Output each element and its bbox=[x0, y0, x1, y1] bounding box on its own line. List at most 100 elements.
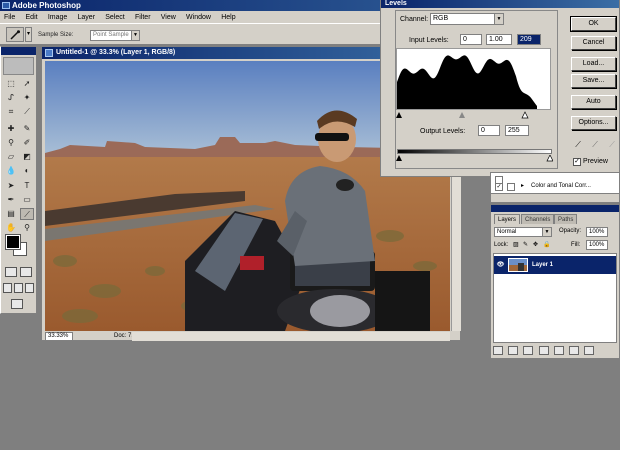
input-slider-track[interactable] bbox=[396, 111, 553, 119]
slice-tool-icon[interactable]: ⟋ bbox=[20, 106, 34, 118]
hand-tool-icon[interactable]: ✋ bbox=[4, 222, 18, 234]
levels-title: Levels bbox=[385, 0, 407, 7]
layers-list: 👁 Layer 1 bbox=[493, 253, 617, 343]
screen-mode-full-menu-button[interactable] bbox=[14, 283, 23, 293]
quick-mask-mode-button[interactable] bbox=[20, 267, 32, 277]
layer-name: Layer 1 bbox=[532, 262, 554, 268]
lasso-tool-icon[interactable]: ᔑ bbox=[4, 92, 18, 104]
brush-tool-icon[interactable]: ✎ bbox=[20, 123, 34, 135]
output-white-field[interactable]: 255 bbox=[505, 125, 529, 136]
history-brush-tool-icon[interactable]: ✐ bbox=[20, 137, 34, 149]
preview-label: Preview bbox=[583, 158, 608, 165]
lock-position-icon[interactable]: ✥ bbox=[533, 241, 538, 248]
channel-value: RGB bbox=[433, 15, 449, 22]
path-selection-tool-icon[interactable]: ➤ bbox=[4, 180, 18, 192]
chevron-down-icon: ▼ bbox=[494, 14, 503, 24]
output-slider-track[interactable] bbox=[396, 155, 553, 162]
move-tool-icon[interactable]: ➚ bbox=[20, 78, 34, 90]
jump-to-imageready-button[interactable] bbox=[11, 299, 23, 309]
output-levels-label: Output Levels: bbox=[420, 128, 466, 135]
tool-preset-picker[interactable] bbox=[6, 27, 24, 42]
clone-stamp-tool-icon[interactable]: ⚲ bbox=[4, 137, 18, 149]
layer-row[interactable]: 👁 Layer 1 bbox=[494, 256, 616, 274]
screen-mode-standard-button[interactable] bbox=[3, 283, 12, 293]
pen-tool-icon[interactable]: ✒ bbox=[4, 194, 18, 206]
layer-mask-icon[interactable] bbox=[523, 346, 534, 355]
app-title: Adobe Photoshop bbox=[12, 1, 81, 10]
toolbox-grip[interactable] bbox=[1, 47, 36, 55]
shape-tool-icon[interactable]: ▭ bbox=[20, 194, 34, 206]
horizontal-scrollbar[interactable] bbox=[132, 332, 450, 341]
document-title: Untitled-1 @ 33.3% (Layer 1, RGB/8) bbox=[56, 49, 176, 56]
output-white-slider[interactable] bbox=[546, 155, 553, 162]
layers-panel-grip[interactable] bbox=[491, 205, 619, 212]
link-layers-icon[interactable] bbox=[493, 346, 503, 355]
fill-label: Fill: bbox=[571, 242, 581, 248]
lock-all-icon[interactable]: 🔒 bbox=[543, 241, 550, 248]
type-tool-icon[interactable]: T bbox=[20, 180, 34, 192]
black-eyedropper-icon[interactable]: ⟋ bbox=[573, 140, 583, 150]
cancel-button[interactable]: Cancel bbox=[571, 36, 616, 50]
delete-layer-icon[interactable] bbox=[584, 346, 595, 355]
tab-layers[interactable]: Layers bbox=[494, 214, 521, 224]
ok-button[interactable]: OK bbox=[570, 16, 617, 32]
blur-tool-icon[interactable]: 💧 bbox=[4, 165, 18, 177]
eyedropper-tool-icon[interactable]: ⟋ bbox=[20, 208, 34, 220]
channel-select[interactable]: RGB ▼ bbox=[430, 13, 504, 25]
output-black-field[interactable]: 0 bbox=[478, 125, 500, 136]
magic-wand-tool-icon[interactable]: ✦ bbox=[20, 92, 34, 104]
chevron-down-icon: ▼ bbox=[542, 228, 551, 236]
preview-checkbox[interactable]: ✓ bbox=[573, 158, 581, 166]
standard-mode-button[interactable] bbox=[5, 267, 17, 277]
lock-transparency-icon[interactable]: ▨ bbox=[513, 241, 519, 248]
blend-mode-select[interactable]: Normal ▼ bbox=[494, 227, 552, 237]
layer-style-icon[interactable] bbox=[508, 346, 519, 355]
healing-brush-tool-icon[interactable]: ✚ bbox=[4, 123, 18, 135]
zoom-tool-icon[interactable]: ⚲ bbox=[20, 222, 34, 234]
screen-mode-full-button[interactable] bbox=[25, 283, 34, 293]
zoom-level-field[interactable]: 33.33% bbox=[45, 332, 73, 341]
levels-title-bar[interactable]: Levels bbox=[381, 0, 619, 8]
auto-button[interactable]: Auto bbox=[571, 95, 616, 109]
history-item[interactable]: ✓ ▸ Color and Tonal Corr... bbox=[491, 181, 619, 192]
adjustment-layer-icon[interactable] bbox=[553, 346, 564, 355]
history-action-icon bbox=[507, 183, 515, 191]
paint-bucket-tool-icon[interactable]: ◩ bbox=[20, 151, 34, 163]
notes-tool-icon[interactable]: ▤ bbox=[4, 208, 18, 220]
gray-eyedropper-icon[interactable]: ⟋ bbox=[590, 140, 600, 150]
options-button[interactable]: Options... bbox=[571, 116, 616, 130]
load-button[interactable]: Load... bbox=[571, 57, 616, 71]
layer-thumbnail bbox=[508, 258, 528, 272]
new-layer-icon[interactable] bbox=[569, 346, 580, 355]
history-checkbox[interactable]: ✓ bbox=[495, 183, 503, 191]
tool-preset-dropdown[interactable]: ▾ bbox=[25, 27, 32, 42]
opacity-field[interactable]: 100% bbox=[586, 227, 608, 237]
eye-icon[interactable]: 👁 bbox=[496, 261, 505, 269]
history-expand-icon[interactable]: ▸ bbox=[521, 181, 524, 192]
chevron-down-icon: ▼ bbox=[131, 31, 139, 40]
input-gamma-slider[interactable] bbox=[459, 112, 465, 118]
photoshop-feather-logo-icon[interactable] bbox=[3, 57, 34, 75]
input-white-slider[interactable] bbox=[521, 111, 529, 119]
input-black-slider[interactable] bbox=[396, 112, 402, 118]
eraser-tool-icon[interactable]: ▱ bbox=[4, 151, 18, 163]
sample-size-label: Sample Size: bbox=[38, 32, 74, 38]
crop-tool-icon[interactable]: ⌗ bbox=[4, 106, 18, 118]
tab-paths[interactable]: Paths bbox=[554, 214, 578, 224]
save-button[interactable]: Save... bbox=[571, 74, 616, 88]
channel-label: Channel: bbox=[400, 16, 429, 23]
foreground-color-swatch[interactable] bbox=[5, 234, 21, 250]
output-black-slider[interactable] bbox=[396, 155, 402, 161]
tab-channels[interactable]: Channels bbox=[521, 214, 555, 224]
input-white-field[interactable]: 209 bbox=[517, 34, 541, 45]
layer-set-icon[interactable] bbox=[538, 346, 549, 355]
dodge-tool-icon[interactable]: ◐ bbox=[20, 165, 34, 177]
marquee-tool-icon[interactable]: ⬚ bbox=[4, 78, 18, 90]
input-gamma-field[interactable]: 1.00 bbox=[486, 34, 512, 45]
white-eyedropper-icon[interactable]: ⟋ bbox=[607, 140, 617, 150]
fill-field[interactable]: 100% bbox=[586, 240, 608, 250]
sample-size-select[interactable]: Point Sample ▼ bbox=[90, 30, 140, 41]
levels-dialog: Levels Channel: RGB ▼ Input Levels: 0 1.… bbox=[380, 0, 620, 177]
lock-pixels-icon[interactable]: ✎ bbox=[523, 241, 528, 248]
input-black-field[interactable]: 0 bbox=[460, 34, 482, 45]
